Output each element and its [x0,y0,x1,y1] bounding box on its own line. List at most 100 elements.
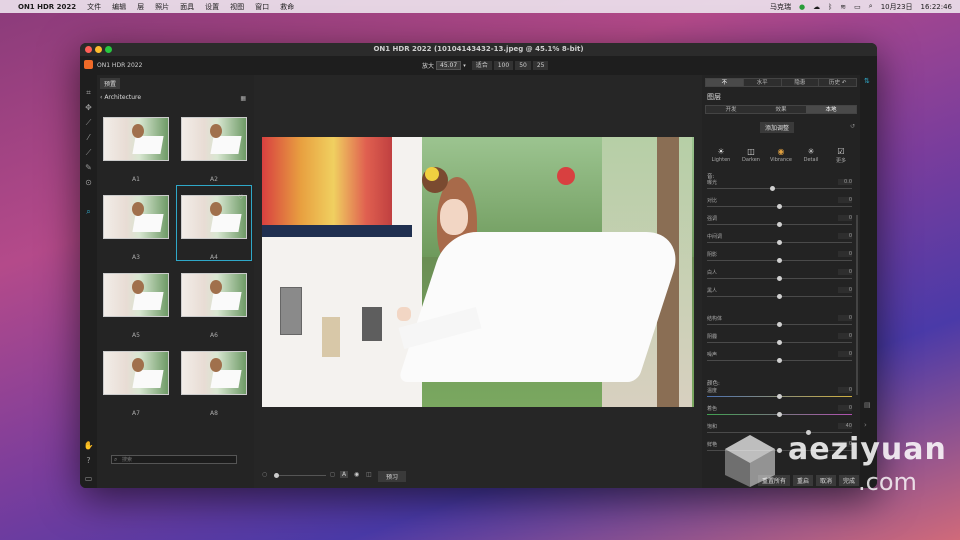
slider-knob[interactable] [777,294,782,299]
slider-knob[interactable] [777,322,782,327]
preset-lighten[interactable]: ☀ Lighten [707,147,735,164]
bluetooth-icon[interactable]: ᛒ [828,3,832,11]
slider-knob[interactable] [777,276,782,281]
wifi-icon[interactable]: ≋ [840,3,846,11]
tab-history[interactable]: 历史 ↶ [819,79,856,86]
presets-button[interactable]: 预置 [100,78,121,89]
slider-value[interactable]: 0 [838,333,852,339]
slider-knob[interactable] [777,394,782,399]
slider-knob[interactable] [777,340,782,345]
slider-knob[interactable] [777,240,782,245]
preview-button[interactable]: 预习 [378,471,407,482]
grid-view-icon[interactable]: ▦ [240,95,246,102]
reset-icon[interactable]: ↺ [850,123,855,130]
menu-settings[interactable]: 设置 [205,2,219,12]
image-canvas[interactable] [254,75,702,488]
slider-shadows[interactable]: 阴影 0 [707,251,852,265]
thumbnail-a5[interactable] [103,273,169,317]
tab-none[interactable]: 不 [706,79,744,86]
slider-knob[interactable] [777,258,782,263]
tab-horizontal[interactable]: 水平 [744,79,782,86]
menu-window[interactable]: 窗口 [255,2,269,12]
zoom-100-button[interactable]: 100 [493,61,514,70]
slider-value[interactable]: 0 [838,405,852,411]
zoom-50-button[interactable]: 50 [515,61,531,70]
mask-view-icon[interactable]: ◉ [354,471,359,478]
clone-icon[interactable]: ⊙ [83,177,94,188]
panel-toggle-icon[interactable]: ▭ [83,473,94,484]
crop-icon[interactable]: ⌗ [83,87,94,98]
transform-icon[interactable]: ✥ [83,102,94,113]
tab-hidden[interactable]: 隐患 [782,79,820,86]
slider-value[interactable]: 0 [838,315,852,321]
slider-value[interactable]: 0.0 [838,179,852,185]
slider-value[interactable]: 0 [838,269,852,275]
menu-app[interactable]: ON1 HDR 2022 [18,3,76,11]
thumb-size-slider[interactable] [276,475,326,476]
menubar-user[interactable]: 马克瑞 [770,2,791,12]
slider-highlights[interactable]: 强调 0 [707,215,852,229]
thumbnail-a3[interactable] [103,195,169,239]
minimize-window-button[interactable] [95,46,102,53]
thumbnail-a6[interactable] [181,273,247,317]
main-photo[interactable] [262,137,694,407]
zoom-dropdown-icon[interactable]: ▾ [463,63,466,69]
thumbnail-a2[interactable] [181,117,247,161]
preset-darken[interactable]: ◫ Darken [737,147,765,164]
zoom-25-button[interactable]: 25 [532,61,549,70]
zoom-fit-button[interactable]: 适合 [471,61,492,70]
slider-haze[interactable]: 阴霾 0 [707,333,852,347]
preset-vibrance[interactable]: ◉ Vibrance [767,147,795,164]
battery-icon[interactable]: ▭ [854,3,861,11]
help-icon[interactable]: ? [83,455,94,466]
refine-icon[interactable]: ⟋ [83,147,94,158]
menu-photo[interactable]: 照片 [155,2,169,12]
slider-value[interactable]: 0 [838,287,852,293]
menu-view[interactable]: 视图 [230,2,244,12]
preset-more[interactable]: ☑ 更多 [827,147,855,164]
preset-detail[interactable]: ✳ Detail [797,147,825,164]
menu-file[interactable]: 文件 [87,2,101,12]
slider-whites[interactable]: 白人 0 [707,269,852,283]
thumbnail-a1[interactable] [103,117,169,161]
thumbnail-a8[interactable] [181,351,247,395]
compare-icon[interactable]: ◻ [330,471,335,478]
zoom-window-button[interactable] [105,46,112,53]
slider-blacks[interactable]: 黑人 0 [707,287,852,301]
wechat-icon[interactable]: ● [799,3,805,11]
slider-tint[interactable]: 着色 0 [707,405,852,419]
favorite-heart-icon[interactable]: ♡ [238,194,243,201]
menu-edit[interactable]: 编辑 [112,2,126,12]
slider-value[interactable]: 0 [838,197,852,203]
gradient-icon[interactable]: ⁄ [83,132,94,143]
slider-knob[interactable] [770,186,775,191]
slider-exposure[interactable]: 曝光 0.0 [707,179,852,193]
thumb-size-knob[interactable] [274,473,279,478]
tab-develop[interactable]: 开发 [706,106,756,113]
menu-help[interactable]: 救命 [280,2,294,12]
zoom-tool-icon[interactable]: ⌕ [83,206,94,217]
tab-effects[interactable]: 效果 [756,106,806,113]
brush-icon[interactable]: ⟋ [83,117,94,128]
hand-icon[interactable]: ✋ [83,440,94,451]
menu-mask[interactable]: 面具 [180,2,194,12]
cloud-icon[interactable]: ☁ [813,3,820,11]
add-adjustment-button[interactable]: 添加调整 [760,122,795,133]
search-input[interactable]: 搜索 [111,455,237,464]
soft-proof-icon[interactable]: ◫ [366,471,372,478]
size-small-icon[interactable]: ○ [262,471,267,478]
slider-value[interactable]: 0 [838,351,852,357]
slider-value[interactable]: 0 [838,233,852,239]
print-icon[interactable]: ▤ [864,401,871,409]
settings-sliders-icon[interactable]: ⇅ [864,77,870,85]
slider-value[interactable]: 0 [838,215,852,221]
thumbnail-a7[interactable] [103,351,169,395]
slider-structure[interactable]: 结构体 0 [707,315,852,329]
menubar-time[interactable]: 16:22:46 [921,3,952,11]
zoom-input[interactable]: 45.07 [436,61,462,70]
before-after-icon[interactable]: A [340,471,349,478]
panel-scrollbar[interactable] [856,215,858,395]
retouch-icon[interactable]: ✎ [83,162,94,173]
search-menubar-icon[interactable]: ⌕ [869,2,873,11]
slider-knob[interactable] [777,412,782,417]
